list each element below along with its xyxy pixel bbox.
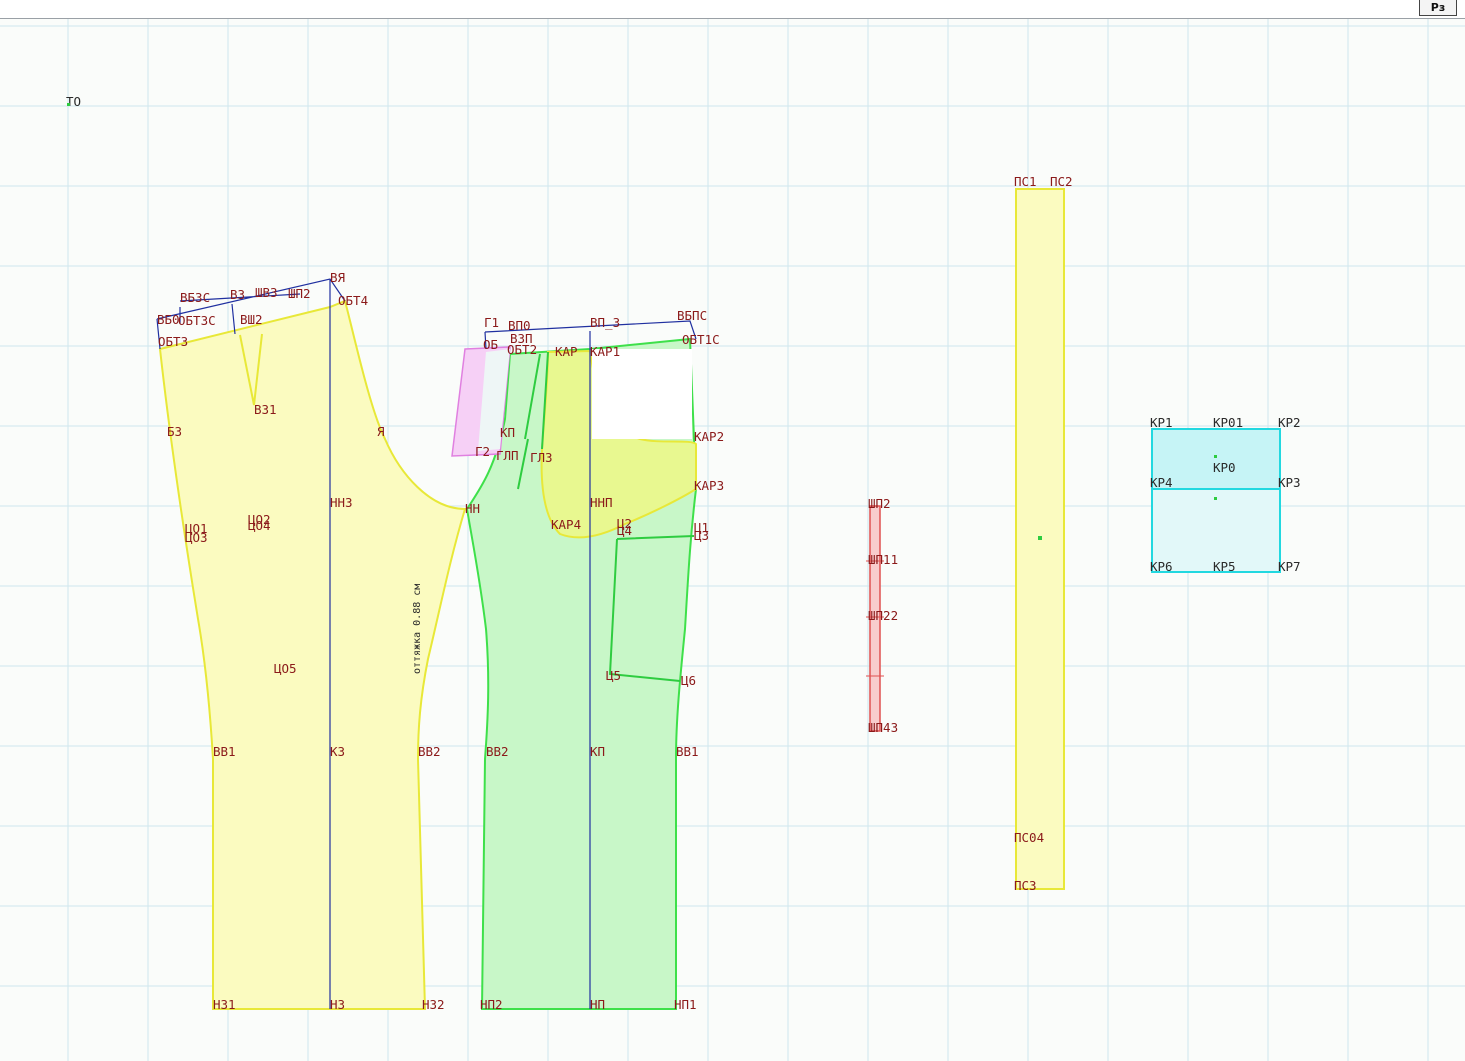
front-point-label: ВВ2 bbox=[486, 744, 509, 759]
waistband-point-label: ПС04 bbox=[1014, 830, 1044, 845]
waistband-piece[interactable] bbox=[1015, 188, 1065, 890]
front-point-label: Ц4 bbox=[617, 523, 632, 538]
front-point-label: ГЛП bbox=[496, 448, 519, 463]
front-point-label: НП1 bbox=[674, 997, 697, 1012]
back-point-label: БЗ bbox=[167, 424, 182, 439]
front-point-label: Ц5 bbox=[606, 668, 621, 683]
front-point-label: ГЛЗ bbox=[530, 450, 553, 465]
pocket-point-label: КР2 bbox=[1278, 415, 1301, 430]
back-point-label: НЗ2 bbox=[422, 997, 445, 1012]
back-point-label: ЦО4 bbox=[248, 518, 271, 533]
front-point-label: Ц3 bbox=[694, 528, 709, 543]
back-point-label: НН bbox=[465, 501, 480, 516]
back-point-label: ЦО5 bbox=[274, 661, 297, 676]
back-point-label: КЗ bbox=[330, 744, 345, 759]
back-point-label: В3 bbox=[230, 287, 245, 302]
back-point-label: ВВ1 bbox=[213, 744, 236, 759]
front-point-label: КАР4 bbox=[551, 517, 581, 532]
back-point-label: НЗ1 bbox=[213, 997, 236, 1012]
front-point-label: ННП bbox=[590, 495, 613, 510]
waistband-notch bbox=[1038, 536, 1042, 540]
front-point-label: КАР1 bbox=[590, 344, 620, 359]
back-point-label: ВЯ bbox=[330, 270, 345, 285]
front-point-label: КАР2 bbox=[694, 429, 724, 444]
loops-point-label: ШП43 bbox=[868, 720, 898, 735]
back-point-label: ВБЗС bbox=[180, 290, 210, 305]
top-toolbar: Рз bbox=[0, 0, 1465, 19]
back-point-label: ВВ2 bbox=[418, 744, 441, 759]
pocket-point-label: КР7 bbox=[1278, 559, 1301, 574]
origin-label: ТО bbox=[66, 94, 81, 109]
pattern-canvas[interactable]: ТО оттяжка 0.88 см ВЯОБТ4ВБЗС В3 ШВ3 ШП2… bbox=[0, 19, 1465, 1061]
front-point-label: ОБТ2 bbox=[507, 342, 537, 357]
front-point-label: КП bbox=[500, 425, 515, 440]
back-point-label: ШП2 bbox=[288, 286, 311, 301]
pocket-point-label: КР1 bbox=[1150, 415, 1173, 430]
front-point-label: ВВ1 bbox=[676, 744, 699, 759]
back-point-label: НЗ bbox=[330, 997, 345, 1012]
pocket-point-label: КР5 bbox=[1213, 559, 1236, 574]
front-trouser-piece[interactable] bbox=[451, 320, 698, 1010]
back-point-label: ВШ2 bbox=[240, 312, 263, 327]
front-point-label: Г2 bbox=[475, 444, 490, 459]
pocket-center-mark-2 bbox=[1214, 497, 1217, 500]
front-point-label: ОБ bbox=[483, 337, 498, 352]
front-point-label: КАР bbox=[555, 344, 578, 359]
pocket-center-mark bbox=[1214, 455, 1217, 458]
pocket-point-label: КР3 bbox=[1278, 475, 1301, 490]
pocket-point-label: КР01 bbox=[1213, 415, 1243, 430]
back-point-label: Я bbox=[377, 424, 385, 439]
pocket-point-label: КР0 bbox=[1213, 460, 1236, 475]
back-point-label: ОБТ3С bbox=[178, 313, 216, 328]
pocket-point-label: КР6 bbox=[1150, 559, 1173, 574]
back-point-label: В31 bbox=[254, 402, 277, 417]
front-point-label: КП bbox=[590, 744, 605, 759]
waistband-point-label: ПС3 bbox=[1014, 878, 1037, 893]
back-point-label: ШВ3 bbox=[255, 285, 278, 300]
origin-marker bbox=[67, 103, 70, 106]
front-point-label: Ц6 bbox=[681, 673, 696, 688]
back-point-label: ОБТ3 bbox=[158, 334, 188, 349]
pz-tab[interactable]: Рз bbox=[1419, 0, 1457, 16]
back-point-label: НН3 bbox=[330, 495, 353, 510]
back-point-label: ОБТ4 bbox=[338, 293, 368, 308]
front-point-label: ОБТ1С bbox=[682, 332, 720, 347]
front-pocket-opening bbox=[592, 349, 692, 439]
front-point-label: НП2 bbox=[480, 997, 503, 1012]
pocket-bag-piece[interactable] bbox=[1151, 428, 1281, 573]
front-point-label: Г1 bbox=[484, 315, 499, 330]
front-point-label: КАР3 bbox=[694, 478, 724, 493]
waistband-point-label: ПС1 bbox=[1014, 174, 1037, 189]
pocket-point-label: КР4 bbox=[1150, 475, 1173, 490]
front-point-label: НП bbox=[590, 997, 605, 1012]
back-point-label: ВБ0 bbox=[157, 312, 180, 327]
loops-point-label: ШП22 bbox=[868, 608, 898, 623]
loops-point-label: ШП2 bbox=[868, 496, 891, 511]
front-point-label: ВБПС bbox=[677, 308, 707, 323]
stretch-annotation: оттяжка 0.88 см bbox=[412, 584, 423, 674]
front-point-label: ВП_3 bbox=[590, 315, 620, 330]
waistband-point-label: ПС2 bbox=[1050, 174, 1073, 189]
back-point-label: ЦО3 bbox=[185, 530, 208, 545]
loops-point-label: ШП11 bbox=[868, 552, 898, 567]
